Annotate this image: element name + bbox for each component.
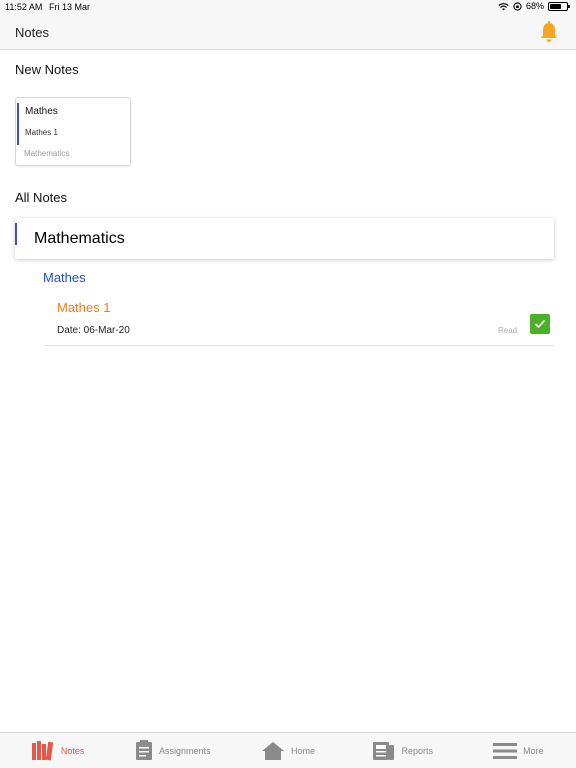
wifi-icon (498, 2, 509, 11)
status-time: 11:52 AM (5, 2, 43, 12)
tab-label-reports: Reports (401, 745, 433, 756)
battery-icon (548, 1, 570, 11)
status-bar: 11:52 AM Fri 13 Mar 68% (0, 0, 576, 14)
subject-accent-bar (15, 223, 17, 245)
new-note-category: Mathematics (24, 149, 70, 158)
tab-bar: Notes Assignments Home Reports More (0, 732, 576, 768)
menu-icon (493, 742, 518, 759)
tab-home[interactable]: Home (230, 733, 345, 768)
new-note-card[interactable]: Mathes Mathes 1 Mathematics (15, 97, 131, 166)
note-status: Read (498, 326, 518, 335)
all-notes-heading: All Notes (15, 190, 68, 205)
subject-name: Mathematics (34, 230, 125, 247)
new-note-subject: Mathes (25, 106, 58, 117)
home-icon (262, 741, 284, 760)
tab-assignments[interactable]: Assignments (115, 733, 230, 768)
tab-label-assignments: Assignments (159, 745, 211, 756)
status-right: 68% (498, 1, 570, 11)
tab-label-notes: Notes (60, 745, 85, 756)
tab-reports[interactable]: Reports (346, 733, 461, 768)
tab-label-home: Home (291, 745, 316, 756)
note-title: Mathes 1 (57, 300, 111, 315)
note-group-name[interactable]: Mathes (43, 270, 86, 285)
new-note-title: Mathes 1 (25, 128, 58, 137)
tab-notes[interactable]: Notes (0, 733, 115, 768)
bell-icon[interactable] (539, 21, 559, 43)
note-row[interactable]: Mathes 1 Date: 06-Mar-20 Read (43, 296, 554, 346)
new-notes-heading: New Notes (15, 62, 79, 77)
clipboard-icon (136, 740, 153, 760)
battery-percent: 68% (525, 1, 544, 11)
app-header: Notes (0, 14, 576, 50)
orientation-lock-icon (513, 1, 522, 11)
note-date: Date: 06-Mar-20 (57, 325, 130, 336)
report-icon (373, 741, 395, 760)
read-checkbox[interactable] (530, 314, 550, 334)
books-icon (31, 740, 54, 760)
card-accent-bar (17, 103, 19, 145)
tab-more[interactable]: More (461, 733, 576, 768)
page-title: Notes (15, 25, 49, 40)
checkmark-icon (534, 319, 546, 329)
status-date: Fri 13 Mar (49, 2, 91, 12)
subject-header-mathematics[interactable]: Mathematics (15, 218, 554, 259)
tab-label-more: More (523, 745, 544, 756)
